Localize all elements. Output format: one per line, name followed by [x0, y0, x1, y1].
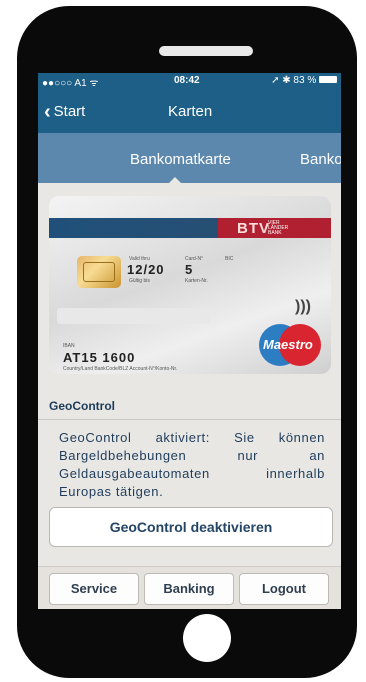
maestro-label: Maestro — [263, 337, 313, 352]
nav-bar: ‹ Start Karten — [38, 89, 341, 133]
back-button[interactable]: ‹ Start — [44, 101, 85, 124]
card-footer-labels: Country/Land BankCode/BLZ Account-N°/Kon… — [63, 366, 178, 372]
geocontrol-section: GeoControl GeoControl aktiviert: Sie kön… — [38, 389, 341, 559]
cardno-sub: Karten-Nr. — [185, 278, 208, 284]
card-number: 5 — [185, 262, 193, 277]
speaker-grille — [159, 46, 253, 56]
back-label: Start — [53, 103, 86, 120]
card-tabs: Bankomatkarte Banko — [38, 133, 341, 183]
bank-card-image: BTV VIER LÄNDER BANK Valid thru Gültig b… — [49, 196, 331, 374]
iban-label: IBAN — [63, 343, 75, 349]
home-button[interactable] — [183, 614, 231, 662]
app-screen: ●●○○○ A1 ᯤ 08:42 ➚ ✱ 83 % ‹ Start Karten … — [38, 73, 341, 609]
chevron-left-icon: ‹ — [44, 101, 51, 123]
card-name-field — [57, 308, 211, 324]
bottom-toolbar: Service Banking Logout — [38, 566, 341, 609]
bic-label: BIC — [225, 256, 234, 262]
tab-bankomatkarte[interactable]: Bankomatkarte — [130, 151, 231, 168]
geocontrol-title: GeoControl — [49, 399, 115, 413]
carrier-signal: ●●○○○ A1 ᯤ — [42, 78, 99, 89]
clock: 08:42 — [174, 75, 200, 86]
page-title: Karten — [168, 103, 213, 120]
card-brand-logo: BTV — [237, 220, 270, 237]
geocontrol-description: GeoControl aktiviert: Sie können Bargeld… — [59, 430, 325, 499]
divider — [38, 419, 341, 420]
maestro-logo: Maestro — [259, 324, 321, 366]
logout-button[interactable]: Logout — [239, 573, 329, 605]
geocontrol-deactivate-button[interactable]: GeoControl deaktivieren — [49, 507, 333, 547]
status-right: ➚ ✱ 83 % — [271, 75, 337, 86]
card-iban: AT15 1600 — [63, 350, 136, 365]
contactless-icon: ))) — [295, 298, 311, 315]
battery-icon — [319, 75, 337, 83]
card-brand-sub: VIER LÄNDER BANK — [268, 220, 289, 236]
tab-next-card[interactable]: Banko — [300, 151, 341, 168]
service-button[interactable]: Service — [49, 573, 139, 605]
card-chip-icon — [77, 256, 121, 288]
tab-active-indicator — [169, 177, 181, 183]
banking-button[interactable]: Banking — [144, 573, 234, 605]
valid-sub: Gültig bis — [129, 278, 150, 284]
status-bar: ●●○○○ A1 ᯤ 08:42 ➚ ✱ 83 % — [38, 73, 341, 89]
card-expiry: 12/20 — [127, 262, 165, 277]
